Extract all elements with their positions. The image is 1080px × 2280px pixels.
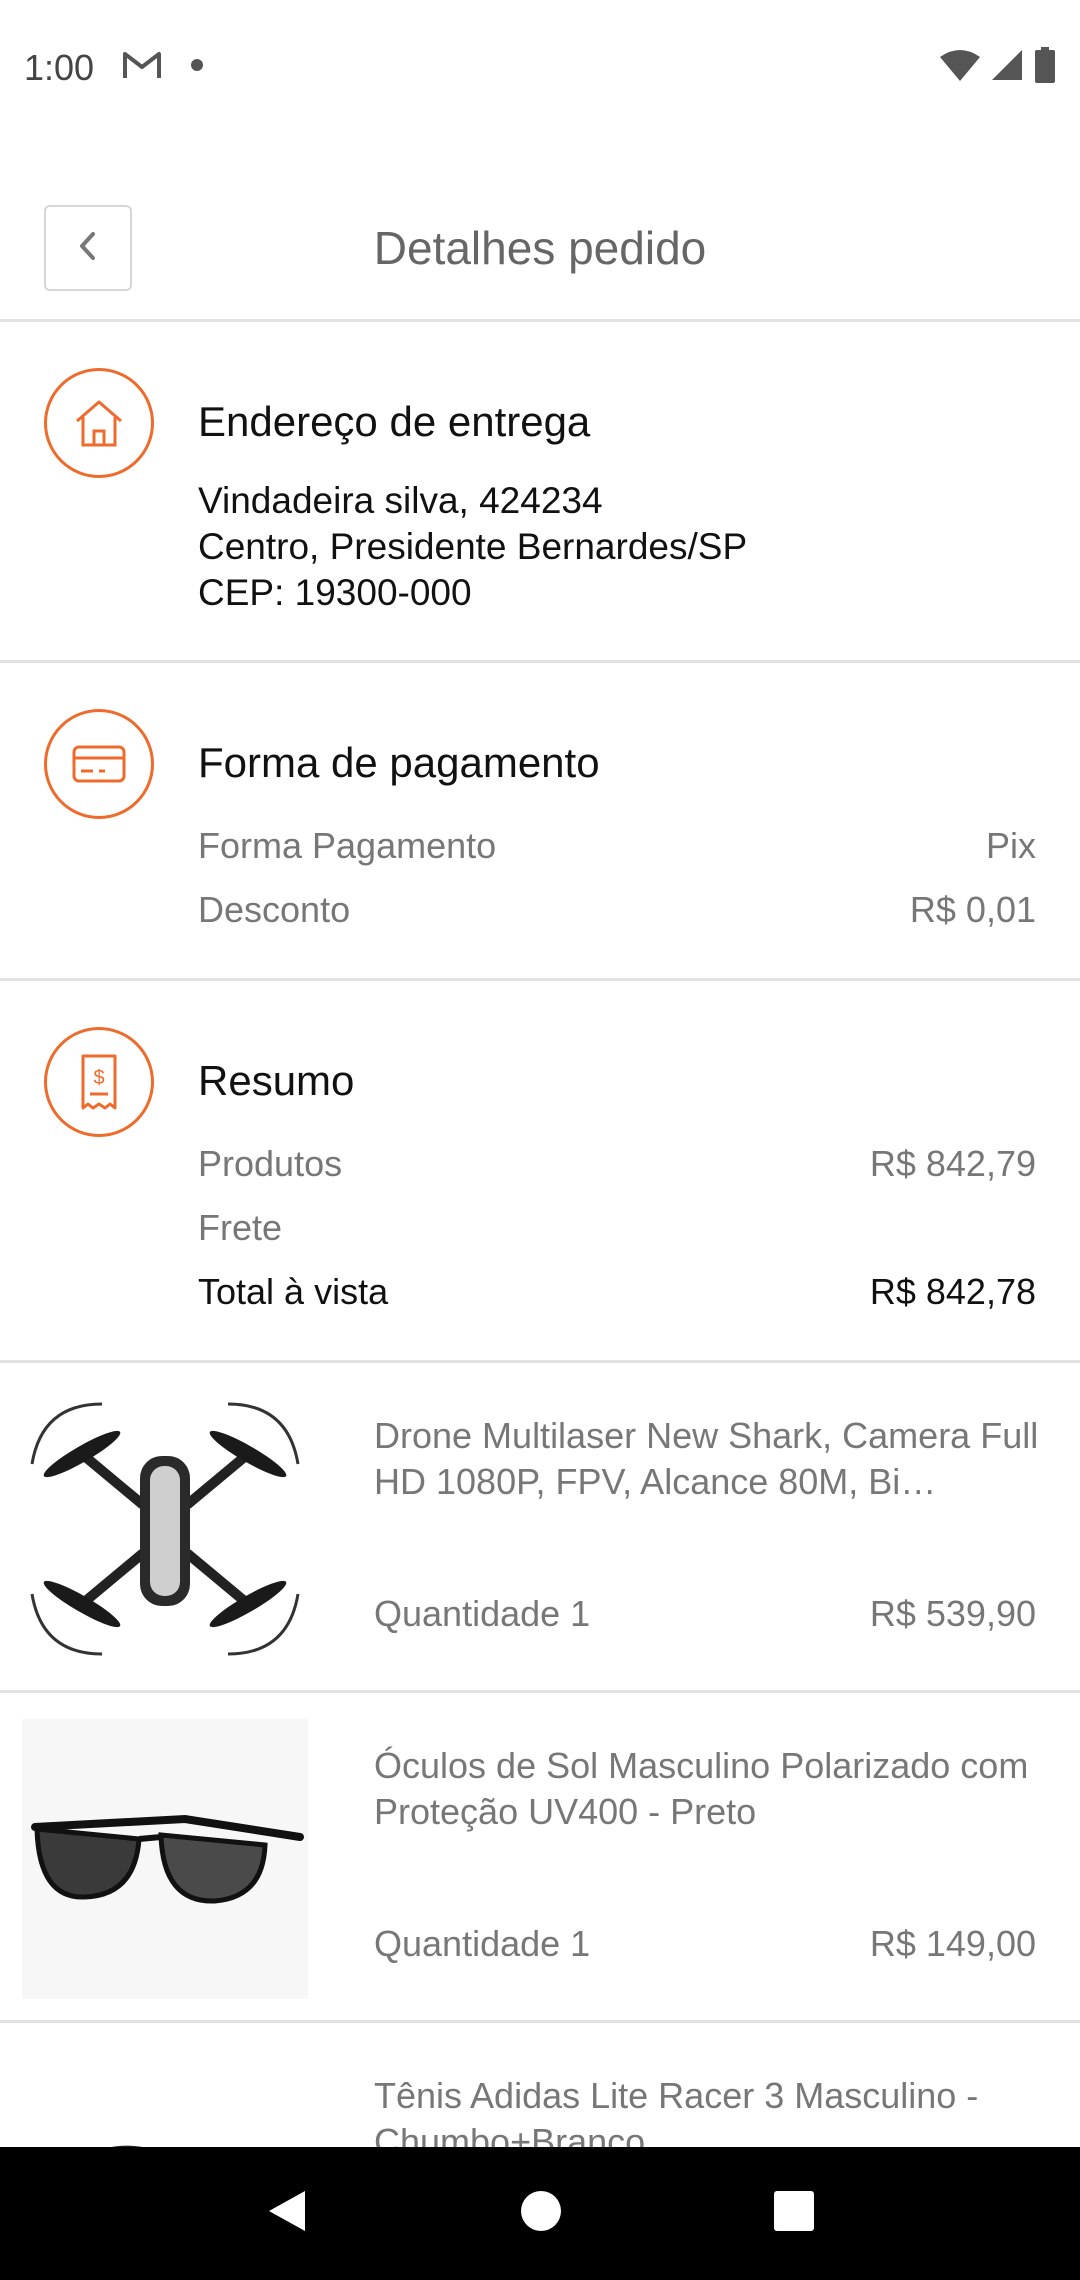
page-title: Detalhes pedido: [373, 222, 707, 274]
payment-section: Forma de pagamento Forma Pagamento Pix D…: [0, 663, 1080, 981]
status-time: 1:00: [24, 46, 95, 88]
cash-total-row: Total à vista R$ 842,78: [198, 1271, 1036, 1313]
address-line-1: Vindadeira silva, 424234: [198, 480, 603, 521]
payment-method-label: Forma Pagamento: [198, 825, 497, 866]
product-price: R$ 149,00: [869, 1923, 1036, 1964]
cell-signal-icon: [990, 48, 1024, 87]
payment-method-value: Pix: [985, 825, 1036, 866]
nav-recents-icon[interactable]: [773, 2190, 815, 2237]
discount-value: R$ 0,01: [909, 889, 1036, 930]
products-total-row: Produtos R$ 842,79: [198, 1143, 1036, 1185]
address-line-2: Centro, Presidente Bernardes/SP: [198, 526, 748, 567]
discount-row: Desconto R$ 0,01: [198, 889, 1036, 931]
summary-section: $ Resumo Produtos R$ 842,79 Frete Total …: [0, 981, 1080, 1363]
status-left: 1:00: [24, 47, 204, 89]
status-right: [940, 47, 1056, 88]
nav-back-icon[interactable]: [265, 2187, 309, 2240]
product-quantity: Quantidade 1: [374, 1923, 591, 1964]
address-title: Endereço de entrega: [198, 398, 591, 445]
product-item[interactable]: Drone Multilaser New Shark, Camera Full …: [0, 1363, 1080, 1693]
drone-image: [22, 1389, 308, 1669]
status-bar: 1:00: [0, 0, 1080, 135]
payment-method-row: Forma Pagamento Pix: [198, 825, 1036, 867]
product-name: Drone Multilaser New Shark, Camera Full …: [374, 1415, 1039, 1502]
shipping-label: Frete: [198, 1207, 283, 1248]
app-header: Detalhes pedido: [0, 135, 1080, 322]
notification-dot-icon: [190, 58, 204, 77]
product-name: Óculos de Sol Masculino Polarizado com P…: [374, 1745, 1029, 1832]
cash-total-value: R$ 842,78: [869, 1271, 1036, 1312]
summary-title: Resumo: [198, 1057, 355, 1104]
discount-label: Desconto: [198, 889, 351, 930]
payment-title: Forma de pagamento: [198, 739, 600, 786]
home-icon: [44, 368, 154, 478]
products-total-label: Produtos: [198, 1143, 343, 1184]
product-price: R$ 539,90: [869, 1593, 1036, 1634]
address-section: Endereço de entrega Vindadeira silva, 42…: [0, 322, 1080, 663]
shipping-row: Frete: [198, 1207, 1036, 1249]
receipt-icon: $: [44, 1027, 154, 1137]
product-item[interactable]: Óculos de Sol Masculino Polarizado com P…: [0, 1693, 1080, 2023]
sunglasses-image: [22, 1719, 308, 1999]
credit-card-icon: [44, 709, 154, 819]
battery-icon: [1034, 47, 1056, 88]
system-nav-bar: [0, 2147, 1080, 2280]
svg-text:$: $: [93, 1067, 104, 1089]
nav-home-icon[interactable]: [519, 2189, 563, 2238]
wifi-icon: [940, 49, 980, 86]
address-line-3: CEP: 19300-000: [198, 572, 472, 613]
product-quantity: Quantidade 1: [374, 1593, 591, 1634]
products-total-value: R$ 842,79: [869, 1143, 1036, 1184]
gmail-icon: [122, 50, 162, 85]
cash-total-label: Total à vista: [198, 1271, 389, 1312]
